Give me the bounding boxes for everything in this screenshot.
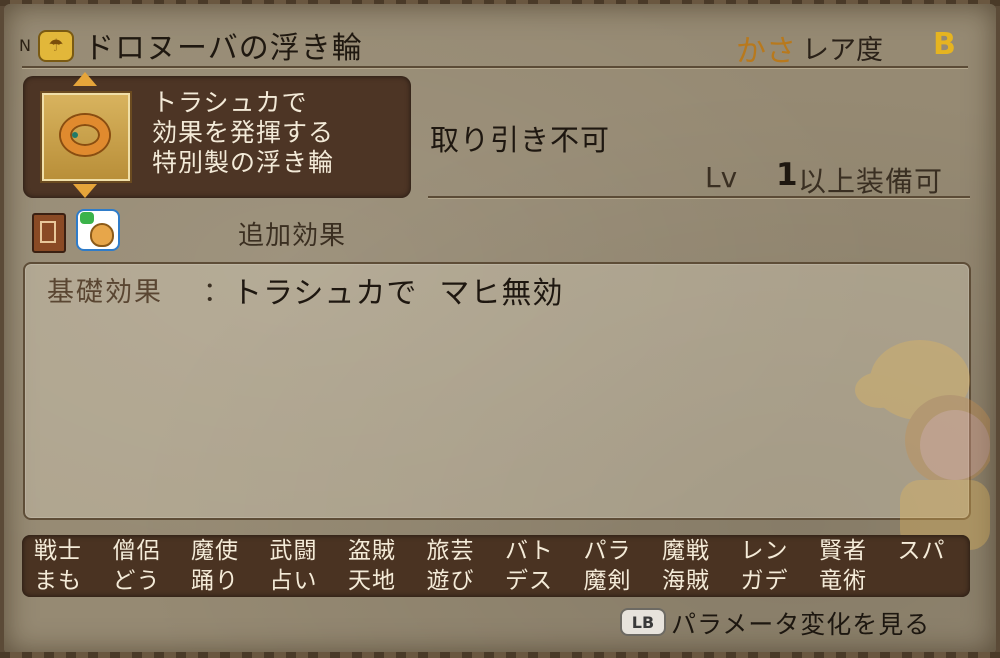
lb-button[interactable]: LB (620, 608, 666, 636)
effect-colon: ： (203, 277, 230, 308)
job-label: 海賊 (662, 568, 710, 594)
job-label: 踊り (191, 568, 239, 594)
item-image (42, 93, 130, 181)
rarity-label: レア度 (802, 35, 883, 66)
effect-value-part: トラシュカで (232, 276, 418, 311)
job-label: ガデ (740, 568, 789, 594)
bag-icon[interactable] (76, 209, 120, 251)
item-name: ドロヌーバの浮き輪 (84, 31, 363, 66)
job-label: バト (505, 538, 554, 564)
level-label: Lv (705, 161, 738, 194)
level-divider (428, 196, 970, 199)
equippable-jobs: 戦士 僧侶 魔使 武闘 盗賊 旅芸 バト パラ 魔戦 レン 賢者 スパ まも ど… (34, 536, 976, 596)
job-label: 竜術 (819, 568, 867, 594)
rarity-value: B (933, 27, 956, 62)
job-label: 旅芸 (426, 538, 475, 564)
job-label: 魔使 (191, 538, 239, 564)
effect-value-part: マヒ無効 (439, 276, 564, 311)
job-label: 占い (269, 568, 318, 594)
description-line: 効果を発揮する (152, 118, 335, 147)
job-label: レン (740, 538, 789, 564)
float-ring-icon (61, 115, 109, 155)
description-line: トラシュカで (152, 88, 308, 117)
job-label: パラ (583, 538, 632, 564)
frame-bottom-edge (0, 652, 1000, 658)
extra-effect-label: 追加効果 (238, 221, 347, 251)
job-label: 賢者 (819, 538, 867, 564)
job-label: どう (112, 568, 161, 594)
level-value: 1 (776, 157, 798, 193)
float-ring-eye (72, 132, 78, 138)
header-divider (22, 66, 968, 69)
parameter-change-hint: パラメータ変化を見る (671, 610, 931, 639)
job-label: まも (34, 568, 82, 594)
job-label: デス (505, 568, 553, 594)
item-description: トラシュカで 効果を発揮する 特別製の浮き輪 (152, 88, 334, 178)
job-label: 天地 (348, 568, 396, 594)
trade-status: 取り引き不可 (430, 123, 611, 157)
scroll-down-arrow-icon[interactable] (73, 184, 97, 198)
scroll-up-arrow-icon[interactable] (73, 72, 97, 86)
job-label: 魔剣 (583, 568, 632, 594)
job-label: スパ (897, 538, 946, 564)
level-requirement-text: 以上装備可 (798, 165, 944, 198)
rank-letter: N (19, 36, 31, 55)
job-label: 僧侶 (112, 538, 161, 564)
job-label: 戦士 (34, 538, 82, 564)
umbrella-icon: ☂ (38, 30, 74, 62)
job-label: 魔戦 (662, 538, 710, 564)
job-label: 遊び (426, 568, 475, 594)
job-label: 武闘 (269, 538, 318, 564)
description-line: 特別製の浮き輪 (152, 148, 335, 177)
base-effect-label: 基礎効果 (47, 277, 163, 308)
book-icon[interactable] (32, 213, 66, 253)
job-label: 盗賊 (348, 538, 396, 564)
base-effect-value: トラシュカで マヒ無効 (232, 268, 563, 312)
item-category: かさ (736, 34, 796, 69)
